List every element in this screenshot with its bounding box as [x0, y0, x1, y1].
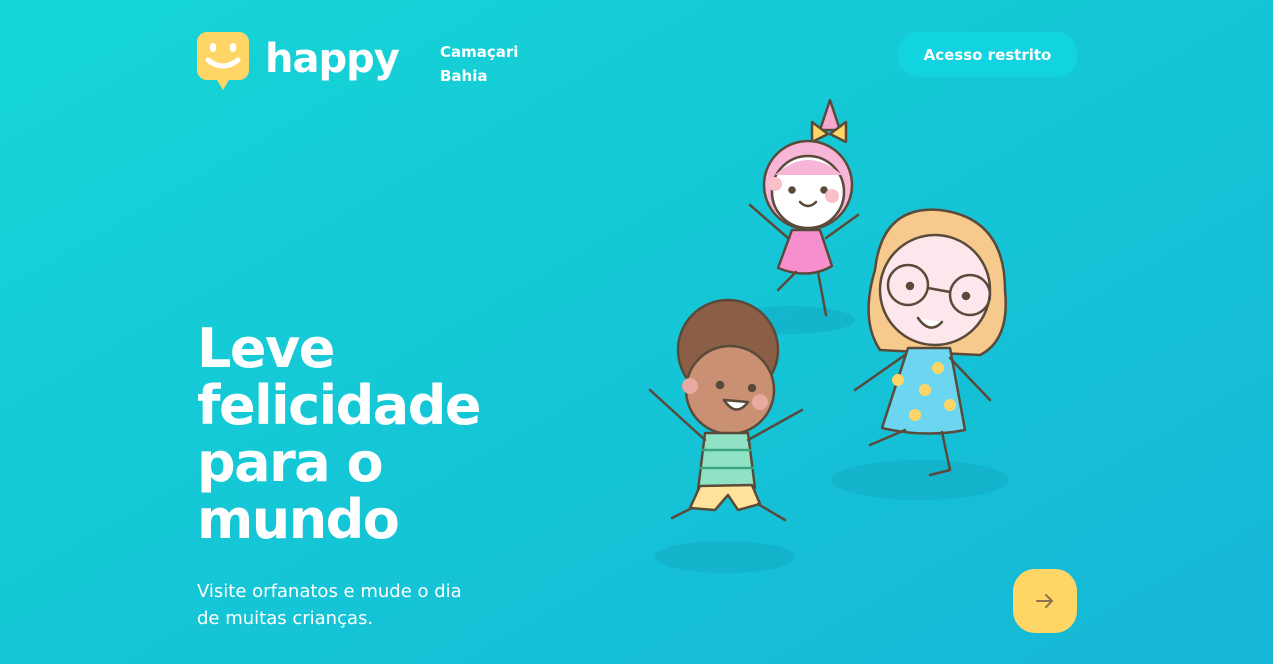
brand-name: happy: [265, 36, 400, 82]
brand-logo[interactable]: happy: [197, 32, 400, 92]
smile-chat-icon: [197, 32, 249, 90]
kids-illustration: [648, 98, 1008, 573]
location-state: Bahia: [440, 67, 488, 85]
hero-title-line: Leve: [197, 317, 335, 380]
hero-title: Leve felicidade para o mundo: [197, 320, 517, 548]
hero-title-line: para o: [197, 431, 384, 494]
location-city: Camaçari: [440, 43, 519, 61]
location: Camaçari Bahia: [440, 40, 518, 88]
hero-subtitle: Visite orfanatos e mude o dia de muitas …: [197, 581, 462, 629]
hero-title-line: mundo: [197, 488, 400, 551]
hero-title-line: felicidade: [197, 374, 482, 437]
restricted-access-button[interactable]: Acesso restrito: [898, 32, 1077, 77]
arrow-right-icon: [1036, 594, 1053, 608]
